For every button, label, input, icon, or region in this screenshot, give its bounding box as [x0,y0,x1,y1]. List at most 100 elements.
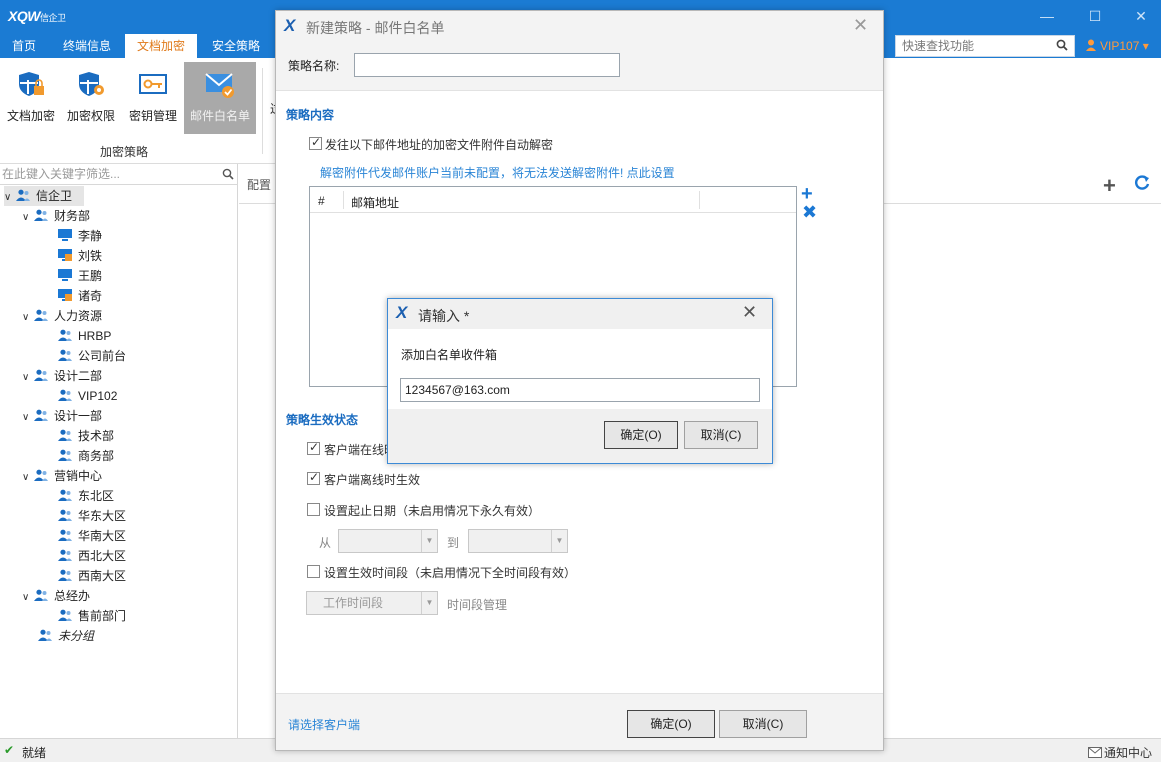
from-label: 从 [319,536,332,550]
tree-node-label: 华东大区 [78,509,127,523]
user-group-icon [58,327,72,341]
input-ok-button[interactable]: 确定(O) [604,421,678,449]
policy-name-label: 策略名称: [288,59,340,73]
tree-item[interactable]: 商务部 [58,446,114,466]
tree-item[interactable]: 华东大区 [58,506,126,526]
computer-icon [58,267,72,281]
refresh-icon[interactable] [1133,174,1151,192]
notification-center-button[interactable]: 通知中心 [1088,744,1152,761]
mail-whitelist-button[interactable]: 邮件白名单 [184,62,256,134]
tab-security-policy[interactable]: 安全策略 [201,34,271,58]
end-date-picker[interactable]: ▼ [468,529,568,553]
tree-node-label: 公司前台 [78,349,127,363]
date-range-label: 设置起止日期（未启用情况下永久有效） [324,504,541,518]
config-label: 配置 [247,178,272,192]
tab-doc-encrypt[interactable]: 文档加密 [125,34,197,58]
offline-effective-label: 客户端离线时生效 [324,473,421,487]
quick-search-input[interactable]: 快速查找功能 [895,35,1075,57]
tree-item[interactable]: 西南大区 [58,566,126,586]
input-dialog-footer: 确定(O) 取消(C) [388,409,772,463]
tree-item[interactable]: 李静 [58,226,102,246]
tree-node-label: 西北大区 [78,549,127,563]
tree-group[interactable]: ∨ 设计二部 [22,366,102,386]
chevron-down-icon[interactable]: ∨ [22,368,34,388]
user-group-icon [58,527,72,541]
org-tree-panel: 在此键入关键字筛选... ∨ 信企卫 ∨ 财务部 李静 刘铁 王鹏诸奇 ∨ 人力资源 HRBP 公司… [0,164,238,738]
offline-effective-checkbox[interactable] [307,470,320,485]
tree-item[interactable]: 东北区 [58,486,114,506]
dialog-close-button[interactable]: ✕ [853,15,868,36]
group-icon [34,587,48,601]
tab-home[interactable]: 首页 [0,34,48,58]
tree-item[interactable]: 诸奇 [58,286,102,306]
tree-item[interactable]: VIP102 [58,386,117,406]
tree-item[interactable]: 王鹏 [58,266,102,286]
tree-root[interactable]: ∨ 信企卫 [4,186,84,206]
auto-decrypt-checkbox[interactable] [309,135,322,150]
encrypt-permission-button[interactable]: 加密权限 [62,62,120,134]
user-group-icon [58,567,72,581]
group-icon [34,407,48,421]
cancel-button[interactable]: 取消(C) [719,710,807,738]
time-period-select[interactable]: 工作时间段 ▼ [306,591,438,615]
section-policy-content: 策略内容 [286,108,335,122]
whitelist-email-input[interactable]: 1234567@163.com [400,378,760,402]
tree-group[interactable]: ∨ 设计一部 [22,406,102,426]
tree-item[interactable]: HRBP [58,326,111,346]
time-period-manage-link[interactable]: 时间段管理 [447,596,507,613]
maximize-button[interactable]: ☐ [1083,6,1107,26]
chevron-down-icon[interactable]: ∨ [22,468,34,488]
user-group-icon [58,507,72,521]
input-dialog-close-button[interactable]: ✕ [742,302,757,323]
start-date-picker[interactable]: ▼ [338,529,438,553]
tree-node-label: 西南大区 [78,569,127,583]
policy-name-input[interactable] [354,53,620,77]
col-index-header: # [318,194,325,208]
tree-item[interactable]: 华南大区 [58,526,126,546]
tree-node-label: 人力资源 [54,309,103,323]
tree-node-label: 售前部门 [78,609,127,623]
tree-group[interactable]: ∨ 营销中心 [22,466,102,486]
chevron-down-icon[interactable]: ∨ [22,208,34,228]
tree-item[interactable]: 未分组 [38,626,94,646]
tree-node-label: VIP102 [78,389,118,403]
user-icon [1086,35,1096,51]
tree-filter-input[interactable]: 在此键入关键字筛选... [0,165,238,185]
tree-group[interactable]: ∨ 总经办 [22,586,90,606]
remove-email-button[interactable]: ✖ [802,202,817,223]
key-card-icon [139,74,167,94]
tree-item[interactable]: 刘铁 [58,246,102,266]
tree-item[interactable]: 技术部 [58,426,114,446]
user-menu[interactable]: VIP107 ▾ [1080,34,1149,58]
tree-node-label: 设计一部 [54,409,103,423]
tree-group[interactable]: ∨ 人力资源 [22,306,102,326]
mail-check-icon [205,73,234,98]
add-policy-button[interactable]: + [1103,173,1116,199]
tree-item[interactable]: 公司前台 [58,346,126,366]
tree-item[interactable]: 西北大区 [58,546,126,566]
chevron-down-icon[interactable]: ∨ [22,588,34,608]
input-cancel-button[interactable]: 取消(C) [684,421,758,449]
close-window-button[interactable]: ✕ [1129,6,1153,26]
doc-encrypt-button[interactable]: 文档加密 [2,62,60,134]
key-management-button[interactable]: 密钥管理 [124,62,182,134]
decrypt-account-setup-link[interactable]: 解密附件代发邮件账户当前未配置，将无法发送解密附件! 点此设置 [320,164,675,181]
tree-item[interactable]: 售前部门 [58,606,126,626]
chevron-down-icon[interactable]: ∨ [22,408,34,428]
time-period-checkbox[interactable] [307,565,320,578]
app-logo: XQW信企卫 [8,8,66,24]
ribbon-group-divider [262,68,263,154]
online-effective-checkbox[interactable] [307,440,320,455]
chevron-down-icon: ▼ [421,530,437,552]
chevron-down-icon[interactable]: ∨ [22,308,34,328]
dialog-title-bar: X 新建策略 - 邮件白名单 ✕ [276,11,883,43]
tree-node-label: 诸奇 [78,289,103,303]
minimize-button[interactable]: — [1035,6,1059,26]
chevron-down-icon[interactable]: ∨ [4,188,16,208]
table-header: # 邮箱地址 [310,187,796,213]
ok-button[interactable]: 确定(O) [627,710,715,738]
date-range-checkbox[interactable] [307,503,320,516]
select-client-link[interactable]: 请选择客户端 [288,716,360,733]
tab-terminal-info[interactable]: 终端信息 [52,34,122,58]
tree-group[interactable]: ∨ 财务部 [22,206,90,226]
